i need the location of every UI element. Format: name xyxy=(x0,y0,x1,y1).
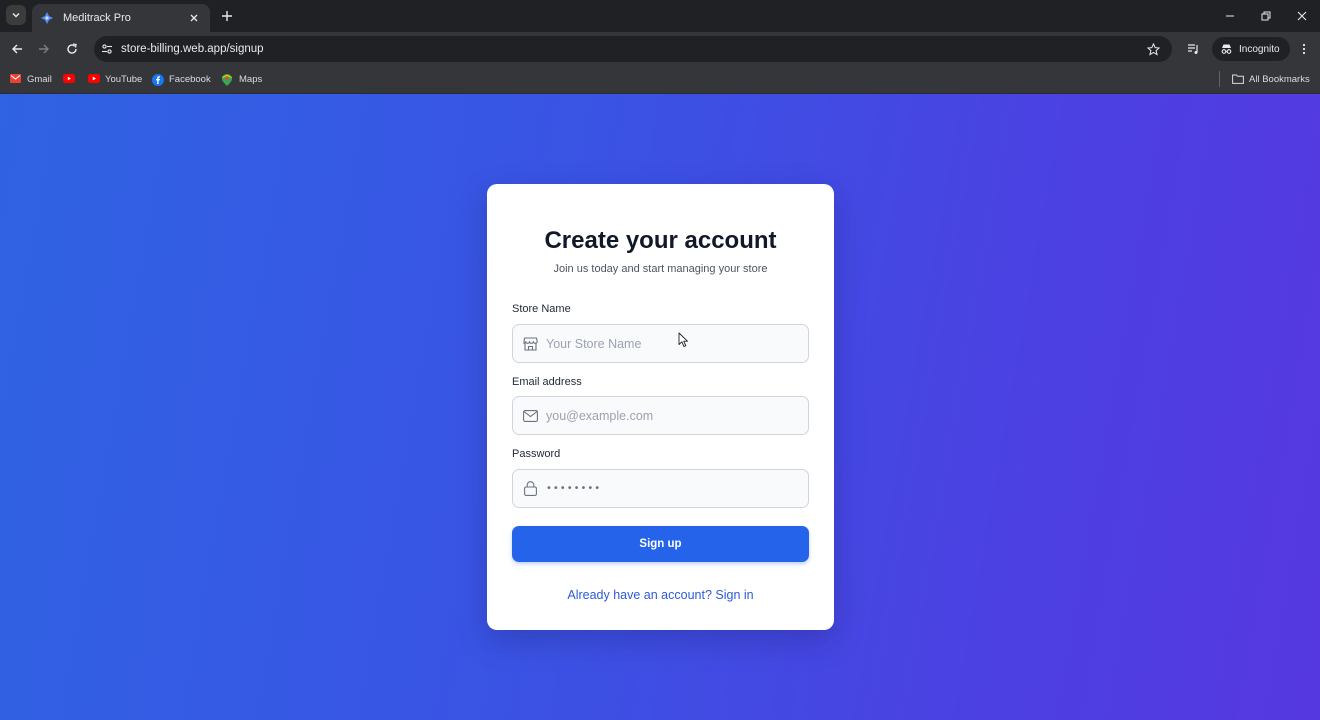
mouse-cursor-icon xyxy=(678,332,688,347)
signup-card: Create your account Join us today and st… xyxy=(487,184,834,630)
email-label: Email address xyxy=(512,376,582,388)
bookmark-label: YouTube xyxy=(105,74,143,85)
restore-button[interactable] xyxy=(1248,0,1284,32)
minimize-button[interactable] xyxy=(1212,0,1248,32)
sign-up-button[interactable]: Sign up xyxy=(512,526,809,562)
mail-icon xyxy=(522,408,538,424)
store-name-label: Store Name xyxy=(512,303,571,315)
more-vertical-icon xyxy=(1302,43,1306,55)
minimize-icon xyxy=(1226,15,1234,17)
incognito-icon xyxy=(1221,44,1232,54)
url-text[interactable]: store-billing.web.app/signup xyxy=(121,43,1140,55)
facebook-icon xyxy=(152,73,164,86)
youtube-icon xyxy=(63,73,75,86)
sign-in-link[interactable]: Already have an account? Sign in xyxy=(487,588,834,602)
reload-button[interactable] xyxy=(61,38,83,60)
chevron-down-icon xyxy=(12,13,20,18)
all-bookmarks-button[interactable]: All Bookmarks xyxy=(1232,71,1310,88)
close-icon xyxy=(1297,11,1307,21)
bookmarks-bar: Gmail YouTube Facebook Maps All Bookmark… xyxy=(0,65,1320,94)
bookmarks-divider xyxy=(1219,71,1220,87)
new-tab-button[interactable] xyxy=(218,7,236,25)
tab-strip: Meditrack Pro xyxy=(0,0,1320,32)
store-name-field[interactable] xyxy=(512,324,809,363)
bookmark-youtube-short[interactable] xyxy=(63,71,80,88)
close-window-button[interactable] xyxy=(1284,0,1320,32)
password-input[interactable]: •••••••• xyxy=(546,483,601,494)
email-input[interactable] xyxy=(546,397,808,434)
back-button[interactable] xyxy=(6,38,28,60)
all-bookmarks-label: All Bookmarks xyxy=(1249,74,1310,85)
bookmark-label: Gmail xyxy=(27,74,52,85)
reload-icon xyxy=(67,43,77,54)
bookmark-star-icon[interactable] xyxy=(1140,36,1166,62)
store-name-input[interactable] xyxy=(546,325,808,362)
maps-icon xyxy=(222,73,234,86)
browser-toolbar: store-billing.web.app/signup Incognito xyxy=(0,32,1320,65)
arrow-right-icon xyxy=(39,44,49,54)
page-subtitle: Join us today and start managing your st… xyxy=(553,263,768,275)
gmail-icon xyxy=(10,73,22,86)
bookmark-youtube[interactable]: YouTube xyxy=(88,71,142,88)
page-title: Create your account xyxy=(544,227,777,254)
youtube-icon xyxy=(88,73,100,86)
bookmark-label: Facebook xyxy=(169,74,211,85)
site-info-icon[interactable] xyxy=(94,36,120,62)
tab-search-button[interactable] xyxy=(6,5,26,25)
meditrack-favicon-icon xyxy=(40,11,54,25)
incognito-indicator[interactable]: Incognito xyxy=(1212,37,1290,61)
incognito-label: Incognito xyxy=(1239,43,1280,55)
store-icon xyxy=(522,336,538,352)
tab-title: Meditrack Pro xyxy=(63,12,131,24)
bookmark-facebook[interactable]: Facebook xyxy=(152,71,211,88)
restore-icon xyxy=(1261,11,1271,21)
bookmark-maps[interactable]: Maps xyxy=(222,71,262,88)
forward-button[interactable] xyxy=(33,38,55,60)
bookmark-gmail[interactable]: Gmail xyxy=(10,71,52,88)
window-controls xyxy=(1212,0,1320,32)
media-controls-button[interactable] xyxy=(1182,38,1204,60)
active-tab[interactable]: Meditrack Pro xyxy=(32,4,210,32)
arrow-left-icon xyxy=(12,44,22,54)
password-field[interactable]: •••••••• xyxy=(512,469,809,508)
plus-icon xyxy=(222,11,232,21)
bookmark-label: Maps xyxy=(239,74,263,85)
signup-page: Create your account Join us today and st… xyxy=(0,94,1320,720)
lock-icon xyxy=(522,481,538,497)
browser-menu-button[interactable] xyxy=(1294,38,1314,60)
close-tab-icon[interactable] xyxy=(186,10,202,26)
address-bar[interactable]: store-billing.web.app/signup xyxy=(94,36,1172,62)
folder-icon xyxy=(1232,74,1244,86)
password-label: Password xyxy=(512,448,561,460)
email-field[interactable] xyxy=(512,396,809,435)
media-queue-icon xyxy=(1187,44,1198,54)
